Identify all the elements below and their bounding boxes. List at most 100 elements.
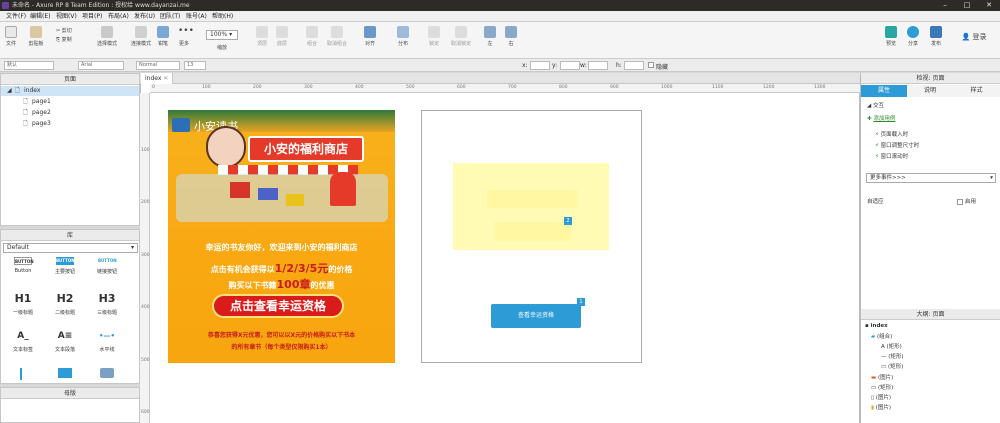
cut-button[interactable]: ✂ 剪切 [56, 27, 82, 34]
enable-label: 启用 [965, 199, 977, 205]
santa-icon [330, 172, 356, 206]
outline-item[interactable]: — (矩形) [881, 353, 904, 362]
page-item[interactable]: page1 [32, 97, 51, 107]
highlight-inner-rect[interactable] [487, 190, 578, 208]
menu-help[interactable]: 帮助(H) [212, 11, 233, 22]
maximize-icon[interactable]: □ [956, 0, 978, 11]
widget-h1[interactable]: H1 一级标题 [3, 292, 43, 316]
page-index[interactable]: index [24, 86, 40, 96]
widget-h3[interactable]: H3 三级标题 [87, 292, 127, 316]
widget-button[interactable]: BUTTON Button [3, 257, 43, 274]
page-item[interactable]: page3 [32, 119, 51, 129]
distribute-button[interactable]: 分布 [393, 26, 413, 47]
hotspot-icon[interactable] [58, 368, 72, 378]
outline-root[interactable]: ▪ index [865, 322, 888, 331]
outline-item[interactable]: ▭ (矩形) [871, 384, 893, 393]
left-button[interactable]: 左 [482, 26, 498, 47]
menu-publish[interactable]: 发布(U) [134, 11, 155, 22]
hidden-checkbox[interactable] [648, 62, 654, 68]
select-mode-button[interactable]: 选择模式 [92, 26, 122, 47]
close-icon[interactable]: ✕ [978, 0, 1000, 11]
widget-label[interactable]: A_ 文本标签 [3, 329, 43, 353]
highlight-inner-rect[interactable] [494, 222, 571, 241]
inspector-header: 检视: 页面 [861, 73, 1000, 84]
unlock-button[interactable]: 取消锁定 [446, 26, 476, 47]
tab-notes[interactable]: 说明 [907, 85, 953, 97]
page-icon: 🗋 [23, 109, 28, 116]
menu-team[interactable]: 团队(T) [160, 11, 180, 22]
poster-image[interactable]: 小安读书 小安的福利商店 幸运的书友你好，欢迎来到小安的福利商店 点击有机会获得… [168, 110, 395, 363]
zoom-select[interactable]: 100% ▾ [206, 30, 238, 40]
more-events-select[interactable]: 更多事件>>> ▾ [866, 173, 996, 183]
file-button[interactable]: 文件 [3, 26, 19, 47]
outline-item[interactable]: ▯ (图片) [871, 394, 891, 403]
menu-view[interactable]: 视图(V) [56, 11, 77, 22]
gift-icon [230, 182, 250, 198]
avatar-girl-icon [206, 126, 246, 168]
share-button[interactable]: 分享 [904, 26, 922, 47]
vertical-line-icon[interactable] [20, 368, 22, 380]
right-button[interactable]: 右 [503, 26, 519, 47]
event-page-load[interactable]: ⚡ 页面载入时 [875, 131, 908, 140]
outline-header: 大纲: 页面 [861, 309, 1000, 320]
w-input[interactable] [588, 61, 608, 70]
enable-checkbox[interactable] [957, 199, 963, 205]
widget-h2[interactable]: H2 二级标题 [45, 292, 85, 316]
publish-button[interactable]: 发布 [926, 26, 946, 47]
login-button[interactable]: 👤 登录 [958, 32, 990, 42]
outline-item[interactable]: ▬ (图片) [871, 374, 893, 383]
page-index-row[interactable] [1, 86, 139, 96]
copy-button[interactable]: ⎘ 复制 [56, 36, 82, 43]
add-case-link[interactable]: ✚ 添加用例 [867, 115, 895, 124]
x-input[interactable] [530, 61, 550, 70]
crop-button[interactable]: 钳笔 [154, 26, 172, 47]
size-select[interactable]: 13 [184, 61, 206, 70]
menu-account[interactable]: 账号(A) [186, 11, 207, 22]
paste-button[interactable]: 剪贴板 [26, 26, 46, 47]
more-icon: ••• [178, 26, 194, 36]
more-button[interactable]: ••• 更多 [174, 26, 194, 47]
menu-edit[interactable]: 编辑(E) [30, 11, 50, 22]
text-icon: A [881, 344, 885, 350]
check-eligibility-button[interactable]: 查看幸运资格 [491, 304, 581, 328]
menu-layout[interactable]: 布局(A) [108, 11, 129, 22]
tab-style[interactable]: 样式 [953, 85, 1000, 97]
widget-primary-button[interactable]: BUTTON 主要按钮 [45, 257, 85, 275]
bring-top-button[interactable]: 顶层 [252, 26, 272, 47]
connect-mode-button[interactable]: 连接模式 [127, 26, 155, 47]
library-select[interactable]: Default ▾ [3, 243, 138, 253]
widget-link-button[interactable]: BUTTON 链接按钮 [87, 257, 127, 275]
weight-select[interactable]: Normal [136, 61, 180, 70]
align-button[interactable]: 对齐 [360, 26, 380, 47]
h-input[interactable] [624, 61, 644, 70]
y-label: y: [552, 62, 558, 69]
event-window-resize[interactable]: ⚡ 窗口调整尺寸时 [875, 142, 919, 151]
widget-hr[interactable]: •—• 水平线 [87, 329, 127, 353]
poster-note2: 的所有章节（每个类型仅限购买1本） [231, 344, 332, 351]
ungroup-button[interactable]: 取消组合 [322, 26, 352, 47]
outline-item[interactable]: ▰ (组合) [871, 333, 892, 342]
page-item[interactable]: page2 [32, 108, 51, 118]
font-select[interactable]: Arial [78, 61, 124, 70]
interaction-section[interactable]: ◢ 交互 [867, 102, 884, 111]
outline-item[interactable]: ▮ (图片) [871, 404, 891, 413]
preview-button[interactable]: 预览 [882, 26, 900, 47]
y-input[interactable] [560, 61, 580, 70]
send-bottom-button[interactable]: 底层 [272, 26, 292, 47]
dynamic-panel-icon[interactable] [100, 368, 114, 378]
outline-item[interactable]: ▭ (矩形) [881, 363, 903, 372]
outline-item[interactable]: A (矩形) [881, 343, 902, 352]
menu-file[interactable]: 文件(F) [6, 11, 26, 22]
inspector-panel: 检视: 页面 属性 说明 样式 ◢ 交互 ✚ 添加用例 ⚡ 页面载入时 ⚡ 窗口… [860, 73, 1000, 423]
tab-index[interactable]: index ✕ [141, 73, 173, 84]
minimize-icon[interactable]: – [934, 0, 956, 11]
tree-arrow-icon[interactable]: ◢ [7, 86, 12, 96]
group-button[interactable]: 组合 [302, 26, 322, 47]
select-icon [101, 26, 113, 38]
tab-properties[interactable]: 属性 [861, 85, 907, 97]
widget-paragraph[interactable]: A≡ 文本段落 [45, 329, 85, 353]
style-select[interactable]: 默认 [4, 61, 54, 70]
lock-button[interactable]: 锁定 [424, 26, 444, 47]
event-window-scroll[interactable]: ⚡ 窗口滚动时 [875, 153, 908, 162]
menu-project[interactable]: 项目(P) [82, 11, 102, 22]
